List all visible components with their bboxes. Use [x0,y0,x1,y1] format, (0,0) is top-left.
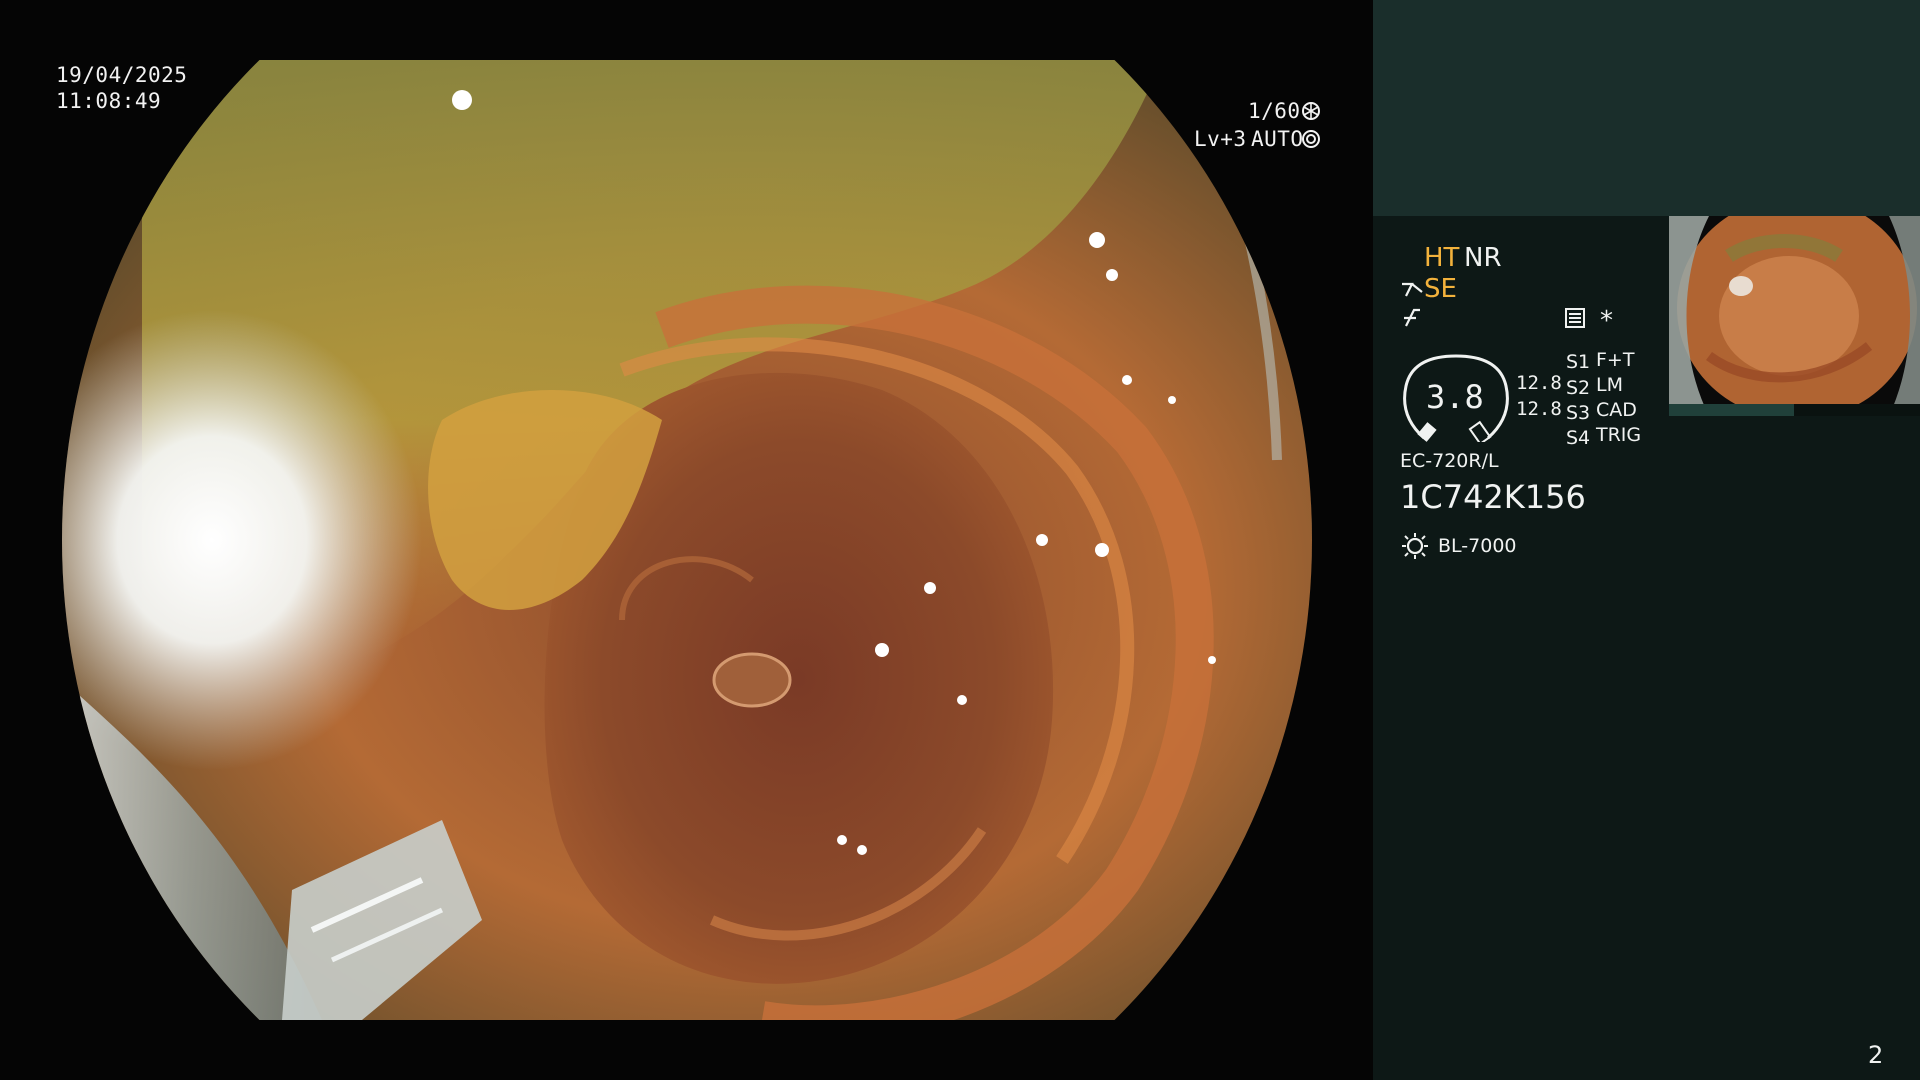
endoscope-view: 19/04/2025 11:08:49 1/60 Lv+3 AUTO [0,0,1373,1080]
captured-image-thumbnail[interactable] [1669,216,1920,416]
se-indicator: SE [1424,274,1457,304]
asterisk-indicator: * [1600,306,1613,336]
panel-header-block [1373,0,1920,216]
scope-model: EC-720R/L [1400,450,1499,472]
fork-icon [1400,278,1424,300]
switch-s1-value: F+T [1596,349,1635,371]
exposure-mode: AUTO [1251,127,1304,151]
shutter-speed: 1/60 [1248,99,1301,123]
gauge-value: 3.8 [1426,378,1484,416]
ht-indicator: HT [1424,243,1460,273]
switch-s4-value: TRIG [1596,424,1642,446]
aperture-icon [1300,98,1322,120]
sun-icon [1400,531,1430,561]
overlay-date: 19/04/2025 [56,63,188,87]
nr-indicator: NR [1464,243,1502,273]
switch-s3-value: CAD [1596,399,1637,421]
settings-list-icon [1564,307,1586,329]
value-2: 12.8 [1516,398,1562,420]
thumbnail-bar [1669,404,1920,416]
switch-s2-key: S2 [1566,377,1591,399]
italic-f-icon [1400,306,1424,330]
scope-serial: 1C742K156 [1400,478,1586,516]
switch-s3-key: S3 [1566,402,1591,424]
endoscopic-image [62,60,1312,1020]
overlay-time: 11:08:49 [56,89,162,113]
value-1: 12.8 [1516,372,1562,394]
target-icon [1300,126,1322,148]
light-source: BL-7000 [1438,535,1517,557]
switch-s1-key: S1 [1566,351,1591,373]
brightness-level: Lv+3 [1194,127,1247,151]
switch-s4-key: S4 [1566,427,1591,449]
switch-s2-value: LM [1596,374,1623,396]
page-number: 2 [1868,1041,1884,1069]
